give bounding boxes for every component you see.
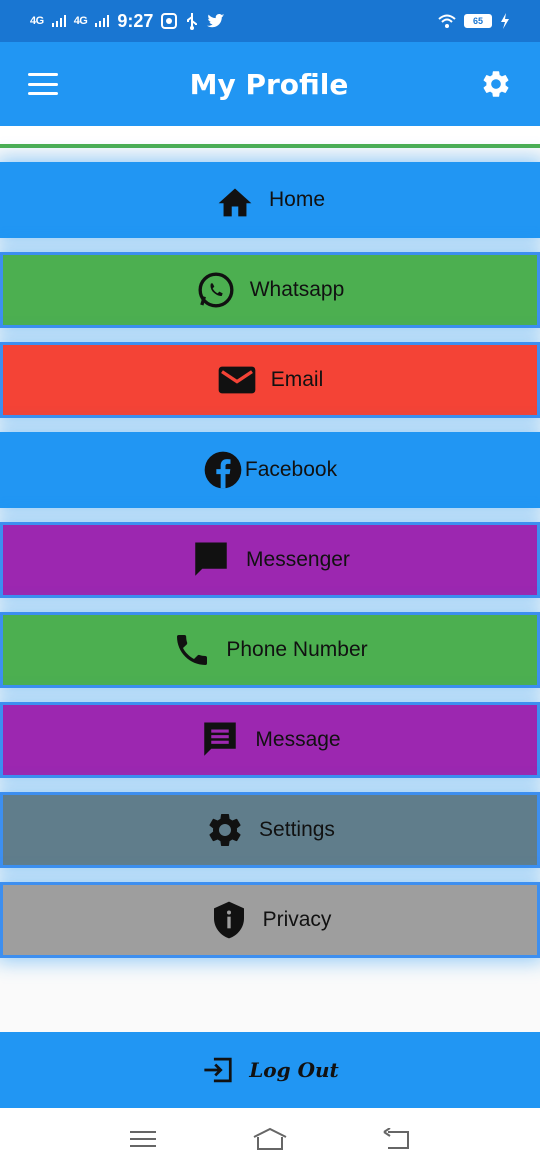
scrolled-content-edge bbox=[0, 126, 540, 144]
wifi-icon bbox=[438, 14, 456, 28]
menu-item-label: Settings bbox=[259, 818, 335, 841]
app-bar: My Profile bbox=[0, 42, 540, 126]
status-time: 9:27 bbox=[117, 10, 154, 31]
status-right: 65 bbox=[438, 13, 510, 29]
signal-bars-icon bbox=[95, 15, 110, 27]
message-icon bbox=[199, 719, 241, 761]
logout-button[interactable]: Log Out bbox=[0, 1032, 540, 1108]
menu-item-label: Messenger bbox=[246, 548, 350, 571]
home-nav-icon[interactable] bbox=[250, 1124, 290, 1154]
battery-level: 65 bbox=[464, 14, 492, 28]
signal-bars-icon bbox=[51, 15, 66, 27]
status-left: 4G 4G 9:27 bbox=[30, 11, 225, 32]
usb-icon bbox=[187, 13, 198, 30]
logout-label: Log Out bbox=[249, 1058, 339, 1082]
facebook-icon bbox=[203, 450, 243, 490]
menu-item-whatsapp[interactable]: Whatsapp bbox=[0, 252, 540, 328]
menu-item-messenger[interactable]: Messenger bbox=[0, 522, 540, 598]
settings-gear-icon[interactable] bbox=[480, 68, 512, 100]
charging-icon bbox=[501, 13, 509, 29]
home-icon bbox=[215, 182, 255, 218]
twitter-icon bbox=[207, 13, 225, 27]
menu-item-label: Message bbox=[255, 728, 341, 751]
menu-item-settings[interactable]: Settings bbox=[0, 792, 540, 868]
gear-icon bbox=[205, 810, 245, 850]
menu-item-label: Facebook bbox=[244, 458, 338, 481]
logout-icon bbox=[201, 1055, 235, 1085]
menu-item-label: Whatsapp bbox=[249, 278, 345, 301]
menu-item-label: Phone Number bbox=[226, 638, 368, 661]
status-bar: 4G 4G 9:27 65 bbox=[0, 0, 540, 42]
system-navigation-bar bbox=[0, 1108, 540, 1170]
menu-item-privacy[interactable]: Privacy bbox=[0, 882, 540, 958]
signal-1-label: 4G bbox=[30, 15, 44, 27]
back-icon[interactable] bbox=[377, 1124, 417, 1154]
menu-item-message[interactable]: Message bbox=[0, 702, 540, 778]
signal-2-label: 4G bbox=[73, 15, 88, 27]
shield-info-icon bbox=[209, 899, 249, 941]
phone-icon bbox=[172, 630, 212, 670]
hamburger-menu-icon[interactable] bbox=[28, 73, 58, 95]
menu-item-label: Email bbox=[270, 368, 324, 391]
recent-apps-icon[interactable] bbox=[123, 1124, 163, 1154]
whatsapp-icon bbox=[196, 270, 236, 310]
menu-item-phone-number[interactable]: Phone Number bbox=[0, 612, 540, 688]
menu-item-label: Privacy bbox=[262, 908, 332, 931]
menu-item-facebook[interactable]: Facebook bbox=[0, 432, 540, 508]
chat-icon bbox=[190, 539, 232, 581]
divider-line bbox=[0, 144, 540, 148]
email-icon bbox=[217, 363, 257, 397]
page-title: My Profile bbox=[189, 67, 349, 101]
menu-list[interactable]: Home Whatsapp Email Facebook Messenger P… bbox=[0, 126, 540, 1032]
menu-item-home[interactable]: Home bbox=[0, 162, 540, 238]
notification-app-icon bbox=[161, 13, 178, 29]
menu-item-email[interactable]: Email bbox=[0, 342, 540, 418]
menu-item-label: Home bbox=[268, 188, 326, 211]
